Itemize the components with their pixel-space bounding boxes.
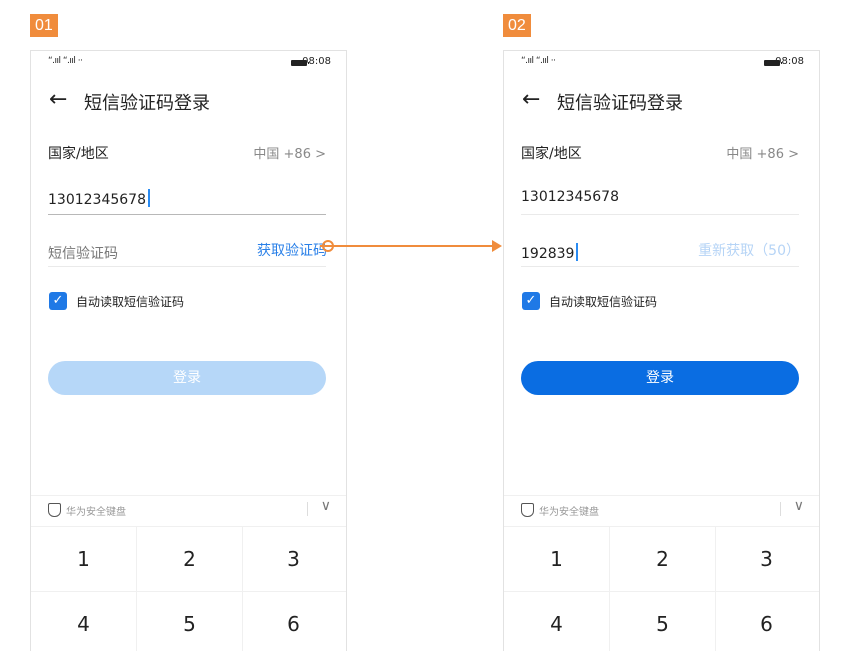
key-3[interactable]: 3 <box>241 526 346 592</box>
divider <box>307 502 308 516</box>
key-1[interactable]: 1 <box>504 526 609 592</box>
step-badge-1: 01 <box>30 14 58 37</box>
signal-icon: “.ııl “.ııl ‧· <box>48 56 83 66</box>
key-2[interactable]: 2 <box>136 526 243 592</box>
back-arrow-icon[interactable]: ← <box>522 87 540 113</box>
flow-arrow-origin-dot <box>322 240 334 252</box>
key-4[interactable]: 4 <box>31 591 136 651</box>
page-title: 短信验证码登录 <box>557 93 683 114</box>
divider <box>780 502 781 516</box>
shield-icon <box>48 503 61 517</box>
country-selector[interactable]: 中国 +86 > <box>726 143 799 162</box>
phone-number-value: 13012345678 <box>48 192 146 208</box>
phone-number-value: 13012345678 <box>521 189 619 205</box>
auto-read-checkbox[interactable]: ✓ <box>49 292 67 310</box>
text-cursor <box>147 189 150 207</box>
input-underline <box>521 266 799 267</box>
signal-icon: “.ııl “.ııl ‧· <box>521 56 556 66</box>
step-badge-2: 02 <box>503 14 531 37</box>
login-button[interactable]: 登录 <box>48 361 326 395</box>
back-arrow-icon[interactable]: ← <box>49 87 67 113</box>
phone-number-input[interactable]: 13012345678 <box>521 189 799 205</box>
chevron-down-icon[interactable]: ∨ <box>794 498 804 514</box>
text-cursor <box>576 243 579 261</box>
status-bar: “.ııl “.ııl ‧· 08:08 <box>504 51 819 73</box>
auto-read-label: 自动读取短信验证码 <box>76 295 185 309</box>
key-6[interactable]: 6 <box>241 591 346 651</box>
key-4[interactable]: 4 <box>504 591 609 651</box>
phone-screen-1: “.ııl “.ııl ‧· 08:08 ← 短信验证码登录 国家/地区 中国 … <box>30 50 347 651</box>
status-time: 08:08 <box>775 56 804 67</box>
keyboard-header: 华为安全键盘 ∨ <box>31 495 346 526</box>
input-underline <box>48 266 326 267</box>
country-selector[interactable]: 中国 +86 > <box>253 143 326 162</box>
phone-number-input[interactable]: 13012345678 <box>48 189 326 208</box>
checkmark-icon: ✓ <box>525 293 537 308</box>
keyboard-title: 华为安全键盘 <box>66 507 126 518</box>
key-1[interactable]: 1 <box>31 526 136 592</box>
chevron-down-icon[interactable]: ∨ <box>321 498 331 514</box>
status-bar: “.ııl “.ııl ‧· 08:08 <box>31 51 346 73</box>
key-3[interactable]: 3 <box>714 526 819 592</box>
key-5[interactable]: 5 <box>609 591 716 651</box>
key-5[interactable]: 5 <box>136 591 243 651</box>
shield-icon <box>521 503 534 517</box>
auto-read-label: 自动读取短信验证码 <box>549 295 658 309</box>
sms-code-value: 192839 <box>521 246 575 262</box>
phone-screen-2: “.ııl “.ııl ‧· 08:08 ← 短信验证码登录 国家/地区 中国 … <box>503 50 820 651</box>
checkmark-icon: ✓ <box>52 293 64 308</box>
key-2[interactable]: 2 <box>609 526 716 592</box>
keyboard-header: 华为安全键盘 ∨ <box>504 495 819 526</box>
page-title: 短信验证码登录 <box>84 93 210 114</box>
get-code-button[interactable]: 获取验证码 <box>257 240 327 260</box>
login-button[interactable]: 登录 <box>521 361 799 395</box>
auto-read-checkbox[interactable]: ✓ <box>522 292 540 310</box>
status-time: 08:08 <box>302 56 331 67</box>
flow-arrow-line <box>320 245 500 247</box>
resend-code-button[interactable]: 重新获取（50） <box>698 240 800 260</box>
input-underline <box>48 214 326 215</box>
input-underline <box>521 214 799 215</box>
keyboard-title: 华为安全键盘 <box>539 507 599 518</box>
key-6[interactable]: 6 <box>714 591 819 651</box>
flow-arrow-head-icon <box>492 240 502 252</box>
